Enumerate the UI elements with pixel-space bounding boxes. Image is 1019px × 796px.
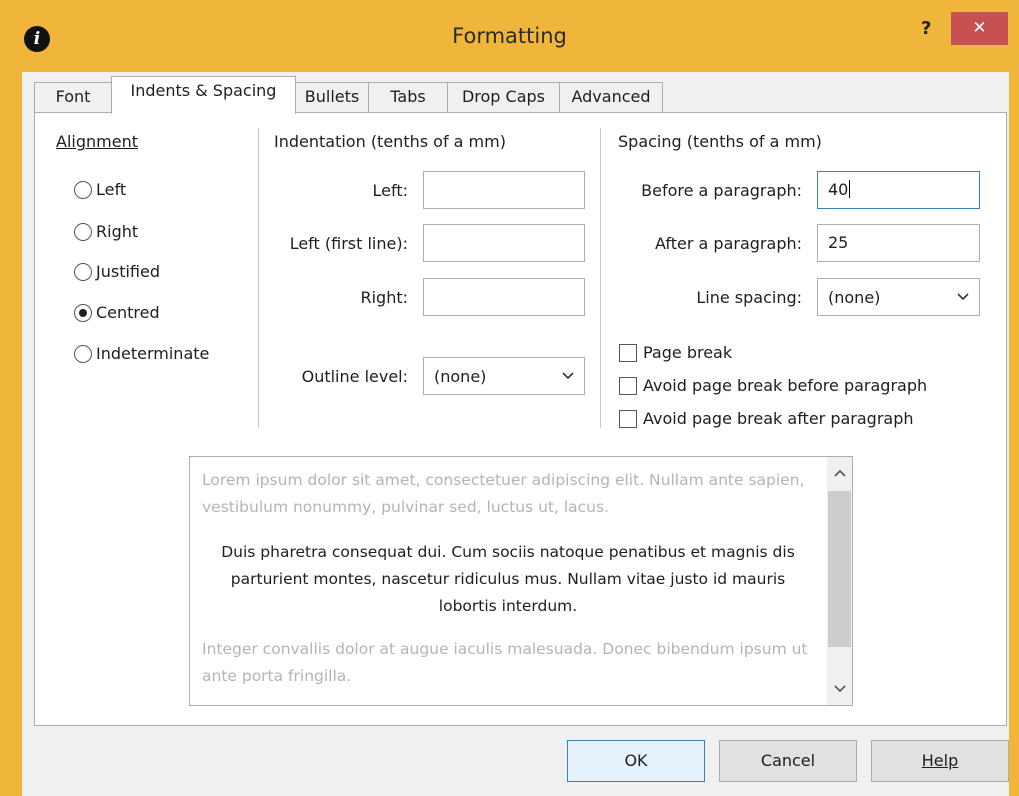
- text-caret: [849, 180, 851, 198]
- radio-right-label: Right: [96, 222, 139, 241]
- tab-tabs[interactable]: Tabs: [368, 82, 448, 113]
- window-frame-right: [1009, 0, 1019, 796]
- scroll-down-arrow[interactable]: [827, 675, 852, 703]
- radio-circle-selected: [74, 303, 92, 322]
- tab-indents-spacing[interactable]: Indents & Spacing: [111, 76, 296, 114]
- radio-centred[interactable]: Centred: [74, 303, 160, 322]
- preview-text-area: Lorem ipsum dolor sit amet, consectetuer…: [202, 467, 814, 690]
- preview-scrollbar[interactable]: [827, 457, 852, 705]
- radio-circle: [74, 262, 92, 281]
- tab-drop-caps[interactable]: Drop Caps: [447, 82, 560, 113]
- indent-left-input[interactable]: [423, 171, 585, 209]
- page-break-label: Page break: [643, 343, 733, 362]
- outline-level-value: (none): [434, 366, 487, 386]
- indent-first-line-label: Left (first line):: [289, 234, 408, 253]
- indent-left-label: Left:: [372, 181, 409, 200]
- ok-button[interactable]: OK: [567, 740, 705, 782]
- help-button[interactable]: Help: [871, 740, 1009, 782]
- outline-level-select[interactable]: (none): [423, 357, 585, 395]
- radio-left[interactable]: Left: [74, 180, 126, 199]
- before-paragraph-input[interactable]: 40: [817, 171, 980, 209]
- indent-right-label: Right:: [360, 288, 408, 307]
- help-question-button[interactable]: ?: [921, 18, 931, 39]
- avoid-after-checkbox[interactable]: Avoid page break after paragraph: [619, 409, 914, 428]
- tab-advanced[interactable]: Advanced: [559, 82, 663, 113]
- page-break-checkbox[interactable]: Page break: [619, 343, 732, 362]
- scroll-thumb[interactable]: [828, 491, 851, 647]
- radio-circle: [74, 222, 92, 241]
- radio-justified-label: Justified: [96, 262, 160, 281]
- window-title: Formatting: [452, 24, 567, 48]
- chevron-down-icon: [562, 372, 574, 380]
- radio-left-label: Left: [96, 180, 127, 199]
- paragraph-preview[interactable]: Lorem ipsum dolor sit amet, consectetuer…: [189, 456, 853, 706]
- after-paragraph-label: After a paragraph:: [655, 234, 802, 253]
- chevron-up-icon: [833, 469, 846, 477]
- radio-circle: [74, 180, 92, 199]
- indent-right-input[interactable]: [423, 278, 585, 316]
- scroll-up-arrow[interactable]: [827, 459, 852, 487]
- radio-right[interactable]: Right: [74, 222, 138, 241]
- window-frame-left: [0, 0, 22, 796]
- radio-justified[interactable]: Justified: [74, 262, 160, 281]
- close-button[interactable]: ✕: [951, 12, 1008, 45]
- before-paragraph-label: Before a paragraph:: [641, 181, 802, 200]
- radio-centred-label: Centred: [96, 303, 160, 322]
- chevron-down-icon: [833, 685, 846, 693]
- checkbox-box: [619, 343, 637, 362]
- outline-level-label: Outline level:: [301, 367, 408, 386]
- radio-indeterminate[interactable]: Indeterminate: [74, 344, 209, 363]
- preview-before-text: Lorem ipsum dolor sit amet, consectetuer…: [202, 471, 805, 516]
- after-paragraph-input[interactable]: 25: [817, 224, 980, 262]
- group-divider: [258, 128, 259, 428]
- group-divider: [600, 128, 601, 428]
- checkbox-box: [619, 409, 637, 428]
- line-spacing-value: (none): [828, 287, 881, 307]
- indent-first-line-input[interactable]: [423, 224, 585, 262]
- alignment-heading: Alignment: [56, 132, 138, 151]
- cancel-button[interactable]: Cancel: [719, 740, 857, 782]
- before-paragraph-value: 40: [828, 180, 849, 199]
- avoid-after-label: Avoid page break after paragraph: [643, 409, 914, 428]
- checkbox-box: [619, 376, 637, 395]
- spacing-heading: Spacing (tenths of a mm): [618, 132, 822, 151]
- radio-indeterminate-label: Indeterminate: [96, 344, 210, 363]
- line-spacing-select[interactable]: (none): [817, 278, 980, 316]
- radio-circle: [74, 344, 92, 363]
- avoid-before-checkbox[interactable]: Avoid page break before paragraph: [619, 376, 927, 395]
- tab-bullets[interactable]: Bullets: [295, 82, 369, 113]
- line-spacing-label: Line spacing:: [696, 288, 802, 307]
- tab-font[interactable]: Font: [34, 82, 112, 113]
- chevron-down-icon: [957, 293, 969, 301]
- preview-after-text: Integer convallis dolor at augue iaculis…: [202, 640, 808, 685]
- avoid-before-label: Avoid page break before paragraph: [643, 376, 928, 395]
- indentation-heading: Indentation (tenths of a mm): [274, 132, 506, 151]
- preview-main-text: Duis pharetra consequat dui. Cum sociis …: [221, 543, 795, 615]
